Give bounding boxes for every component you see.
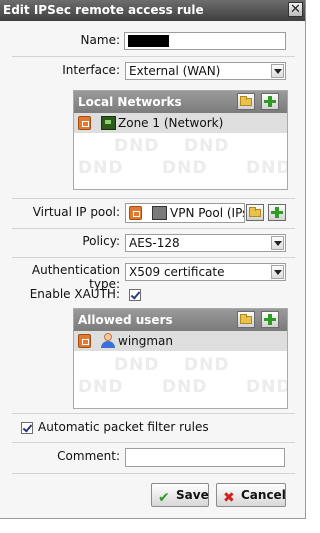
comment-label: Comment: [57,449,120,463]
dnd-watermark: DND [162,377,208,397]
policy-select[interactable]: AES-128 [125,234,286,252]
local-networks-header: Local Networks [74,91,287,113]
allowed-users-header: Allowed users [74,309,287,331]
xauth-label: Enable XAUTH: [29,287,120,301]
chevron-down-icon[interactable] [271,265,284,279]
user-icon [101,333,115,348]
list-item[interactable]: Zone 1 (Network) [74,113,287,133]
separator [12,442,295,443]
comment-input[interactable] [125,448,285,467]
separator [12,473,295,474]
network-icon [101,116,116,130]
browse-users-button[interactable] [237,311,255,328]
allowed-user-label: wingman [118,334,174,348]
save-button[interactable]: ✔ Save [151,483,209,507]
separator [12,257,295,258]
dnd-watermark: DND [162,158,208,178]
separator [12,198,295,199]
policy-label: Policy: [82,234,120,248]
redacted-name-box [128,35,169,47]
delete-icon[interactable] [78,334,91,348]
network-pool-icon [152,206,167,220]
dialog-titlebar[interactable]: Edit IPSec remote access rule ✕ [0,0,305,21]
dnd-watermark: DND [246,377,288,397]
save-button-label: Save [176,488,209,502]
chevron-down-icon[interactable] [271,64,284,78]
separator [12,413,295,414]
dnd-watermark: DND [114,355,160,375]
local-networks-panel: Local Networks Zone 1 (Network) DND DND … [73,90,288,190]
ipsec-rule-dialog: Edit IPSec remote access rule ✕ Name: In… [0,0,306,519]
dnd-watermark: DND [246,158,288,178]
allowed-users-panel: Allowed users wingman DND DND DND DND DN… [73,308,288,409]
close-button[interactable]: ✕ [288,2,303,17]
dnd-watermark: DND [184,136,230,156]
delete-icon[interactable] [78,116,91,130]
plus-icon [264,96,276,107]
folder-icon [249,207,261,217]
auth-type-select[interactable]: X509 certificate [125,263,286,281]
xauth-checkbox[interactable] [129,289,141,301]
add-pool-button[interactable] [268,204,286,221]
separator [12,228,295,229]
plus-icon [264,314,276,325]
packet-filter-checkbox[interactable] [21,422,33,434]
list-item[interactable]: wingman [74,331,287,351]
name-label: Name: [80,33,120,47]
local-network-label: Zone 1 (Network) [118,116,224,130]
dnd-watermark: DND [114,136,160,156]
chevron-down-icon[interactable] [271,236,284,250]
cancel-button-label: Cancel [241,488,286,502]
dialog-title: Edit IPSec remote access rule [3,3,204,17]
packet-filter-label: Automatic packet filter rules [38,420,209,434]
virtual-ip-label: Virtual IP pool: [32,205,120,219]
folder-icon [240,96,252,106]
add-network-button[interactable] [261,93,279,110]
interface-label: Interface: [62,63,120,77]
interface-select[interactable]: External (WAN) [125,62,286,80]
cross-icon: ✖ [223,490,235,506]
browse-networks-button[interactable] [237,93,255,110]
checkmark-icon: ✔ [158,490,170,506]
dnd-watermark: DND [78,377,124,397]
browse-pool-button[interactable] [246,204,264,221]
plus-icon [271,207,283,218]
local-networks-title: Local Networks [78,95,182,109]
folder-icon [240,314,252,324]
add-user-button[interactable] [261,311,279,328]
cancel-button[interactable]: ✖ Cancel [216,483,286,507]
delete-icon[interactable] [129,206,142,220]
dnd-watermark: DND [78,158,124,178]
separator [12,56,295,57]
close-icon: ✕ [290,2,301,17]
virtual-ip-field[interactable]: VPN Pool (IPs [125,203,245,223]
dnd-watermark: DND [184,355,230,375]
name-input[interactable] [124,32,286,50]
allowed-users-title: Allowed users [78,313,173,327]
